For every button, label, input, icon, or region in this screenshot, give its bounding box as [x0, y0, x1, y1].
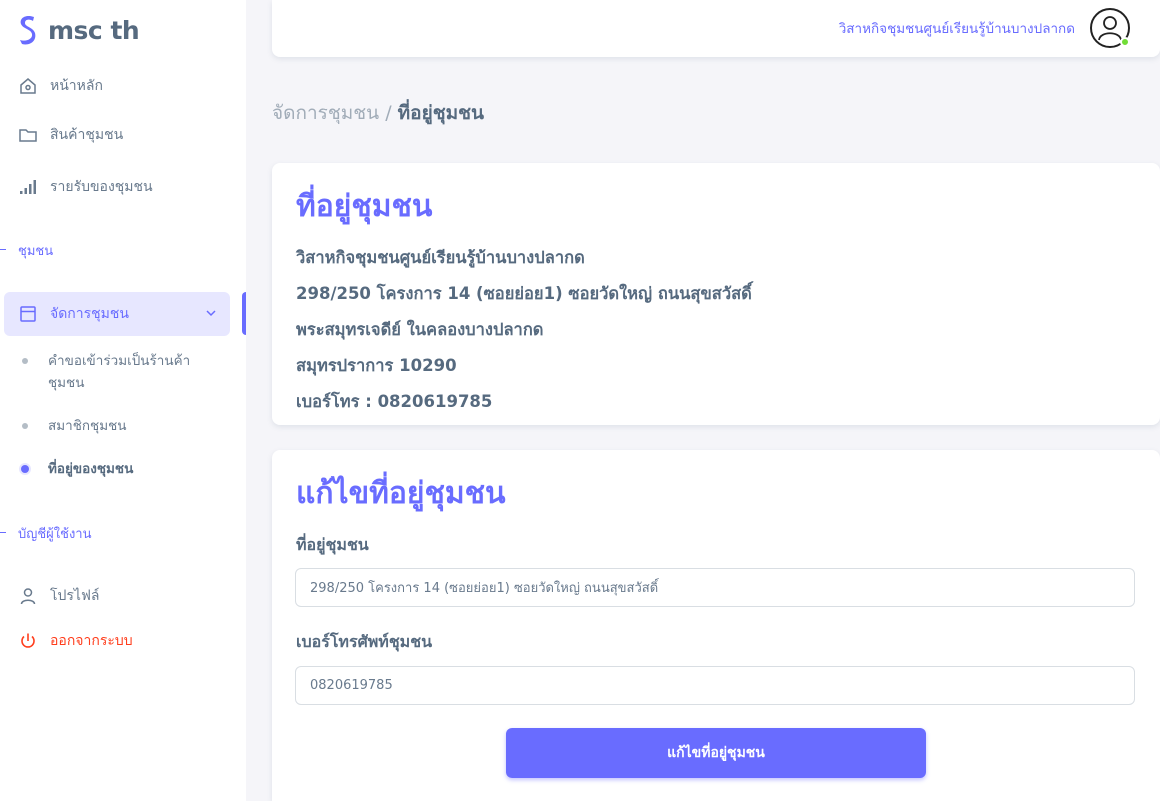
brand[interactable]: msc th — [16, 14, 140, 46]
address-input[interactable] — [295, 568, 1135, 607]
bullet-icon — [21, 465, 29, 473]
community-name: วิสาหกิจชุมชนศูนย์เรียนรู้บ้านบางปลากด — [838, 21, 1075, 37]
sidebar-item-profile[interactable]: โปรไฟล์ — [4, 574, 230, 618]
sidebar-item-label: จัดการชุมชน — [50, 306, 129, 322]
chevron-down-icon — [206, 310, 216, 317]
user-avatar-icon — [1098, 16, 1122, 41]
layout-icon — [18, 304, 38, 324]
sidebar: msc th หน้าหลัก สินค้าชุมชน รายรับของชุม… — [0, 0, 246, 801]
breadcrumb-separator: / — [379, 102, 398, 124]
phone-input[interactable] — [295, 666, 1135, 705]
avatar[interactable] — [1090, 8, 1130, 48]
sidebar-item-income[interactable]: รายรับของชุมชน — [4, 165, 230, 209]
sidebar-subitem-label: สมาชิกชุมชน — [48, 418, 127, 434]
sidebar-item-home[interactable]: หน้าหลัก — [4, 64, 230, 108]
bullet-icon — [22, 423, 28, 429]
sidebar-item-logout[interactable]: ออกจากระบบ — [4, 619, 230, 663]
folder-icon — [18, 125, 38, 145]
phone-field-label: เบอร์โทรศัพท์ชุมชน — [296, 632, 433, 651]
active-indicator — [242, 292, 246, 335]
address-card-title: ที่อยู่ชุมชน — [296, 189, 433, 224]
address-field-label: ที่อยู่ชุมชน — [296, 535, 369, 554]
address-line-name: วิสาหกิจชุมชนศูนย์เรียนรู้บ้านบางปลากด — [296, 248, 585, 267]
user-icon — [18, 586, 38, 606]
sidebar-item-products[interactable]: สินค้าชุมชน — [4, 113, 230, 157]
sidebar-subitem-address[interactable]: ที่อยู่ของชุมชน — [21, 458, 222, 480]
edit-card-title: แก้ไขที่อยู่ชุมชน — [296, 476, 506, 511]
online-status-dot — [1120, 37, 1130, 47]
sidebar-subitem-label: คำขอเข้าร่วมเป็นร้านค้าชุมชน — [48, 353, 191, 391]
breadcrumb-parent[interactable]: จัดการชุมชน — [272, 102, 379, 124]
sidebar-item-label: โปรไฟล์ — [50, 588, 100, 604]
breadcrumb-current: ที่อยู่ชุมชน — [397, 102, 485, 124]
section-header-account: บัญชีผู้ใช้งาน — [0, 523, 91, 544]
power-icon — [18, 631, 38, 651]
sidebar-item-label: สินค้าชุมชน — [50, 127, 124, 143]
edit-address-card: แก้ไขที่อยู่ชุมชน ที่อยู่ชุมชน เบอร์โทรศ… — [272, 450, 1160, 801]
address-line-phone: เบอร์โทร : 0820619785 — [296, 392, 493, 411]
bullet-icon — [22, 358, 28, 364]
address-card: ที่อยู่ชุมชน วิสาหกิจชุมชนศูนย์เรียนรู้บ… — [272, 163, 1160, 425]
sidebar-item-label: รายรับของชุมชน — [50, 179, 153, 195]
sidebar-subitem-label: ที่อยู่ของชุมชน — [48, 461, 134, 477]
sidebar-item-label: ออกจากระบบ — [50, 633, 133, 649]
sidebar-item-manage-community[interactable]: จัดการชุมชน — [4, 292, 230, 336]
edit-address-submit-button[interactable]: แก้ไขที่อยู่ชุมชน — [506, 728, 926, 778]
bar-chart-icon — [18, 177, 38, 197]
sidebar-item-label: หน้าหลัก — [50, 78, 103, 94]
address-line-district: พระสมุทรเจดีย์ ในคลองบางปลากด — [296, 320, 544, 339]
home-icon — [18, 76, 38, 96]
brand-logo-icon — [20, 15, 36, 45]
address-line-province: สมุทรปราการ 10290 — [296, 356, 457, 375]
section-header-community: ชุมชน — [0, 240, 53, 261]
top-navbar: วิสาหกิจชุมชนศูนย์เรียนรู้บ้านบางปลากด — [272, 0, 1160, 57]
sidebar-subitem-members[interactable]: สมาชิกชุมชน — [22, 415, 222, 437]
sidebar-subitem-join-requests[interactable]: คำขอเข้าร่วมเป็นร้านค้าชุมชน — [22, 350, 222, 394]
address-line-street: 298/250 โครงการ 14 (ซอยย่อย1) ซอยวัดใหญ่… — [296, 284, 752, 303]
brand-name: msc th — [48, 15, 140, 45]
breadcrumb: จัดการชุมชน / ที่อยู่ชุมชน — [272, 98, 484, 128]
